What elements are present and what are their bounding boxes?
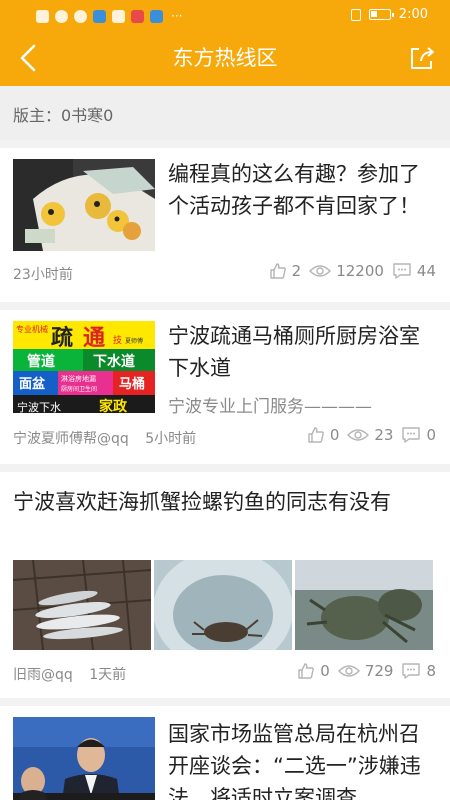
post-card[interactable]: 宁波喜欢赶海抓蟹捡螺钓鱼的同志有没有 旧雨@qq 1天前 0 729 8 <box>0 472 450 698</box>
post-time: 23小时前 <box>13 267 73 283</box>
share-button[interactable] <box>406 42 438 74</box>
post-image-gallery <box>13 560 433 650</box>
post-card[interactable]: 专业机械 疏 通 技 夏师傅 管道 下水道 面盆 淋浴房地漏 厨房间卫生间 马桶… <box>0 310 450 464</box>
post-thumbnail[interactable] <box>13 159 155 251</box>
post-thumbnail[interactable]: 专业机械 疏 通 技 夏师傅 管道 下水道 面盆 淋浴房地漏 厨房间卫生间 马桶… <box>13 321 155 413</box>
post-author[interactable]: 旧雨@qq <box>13 667 73 683</box>
wifi-icon <box>55 9 68 23</box>
moderator-label: 版主：0书寒0 <box>13 106 114 125</box>
notification-icon <box>36 9 49 23</box>
battery-icon <box>368 9 394 20</box>
thumb-text: 夏师傅 <box>125 337 143 345</box>
status-system-icons: 2:00 <box>350 7 428 22</box>
thumb-text: 下水道 <box>93 353 135 370</box>
post-meta: 宁波夏师傅帮@qq 5小时前 <box>13 428 196 448</box>
sim-icon <box>112 9 125 23</box>
view-eye-icon <box>337 663 360 679</box>
post-card[interactable]: 编程真的这么有趣？参加了个活动孩子都不肯回家了！ 23小时前 2 12200 4… <box>0 148 450 302</box>
thumb-text: 面盆 <box>19 376 46 392</box>
post-stats: 0 23 0 <box>299 426 436 444</box>
like-count: 2 <box>291 262 302 280</box>
thumb-text: 疏 <box>51 325 73 351</box>
post-stats: 2 12200 44 <box>261 262 436 280</box>
comment-count: 8 <box>426 662 436 680</box>
comment-icon[interactable] <box>401 662 421 680</box>
post-time: 5小时前 <box>145 431 197 447</box>
post-image <box>13 717 155 800</box>
view-count: 23 <box>374 426 394 444</box>
thumb-text: 技 <box>113 334 122 346</box>
thumb-text: 马桶 <box>119 376 145 392</box>
like-count: 0 <box>320 662 330 680</box>
status-bar: ··· 2:00 <box>0 0 450 32</box>
status-notification-icons: ··· <box>36 9 182 23</box>
app-icon <box>93 9 106 23</box>
view-count: 12200 <box>336 262 384 280</box>
view-eye-icon <box>347 427 370 443</box>
page-title: 东方热线区 <box>172 46 278 70</box>
post-thumbnail[interactable] <box>13 717 155 800</box>
thumb-text: 通 <box>83 326 105 351</box>
post-image[interactable] <box>295 560 433 650</box>
thumb-text: 淋浴房地漏 <box>61 374 96 383</box>
comment-count: 0 <box>426 426 436 444</box>
view-eye-icon <box>309 263 332 279</box>
post-title[interactable]: 宁波喜欢赶海抓蟹捡螺钓鱼的同志有没有 <box>13 486 438 518</box>
post-image[interactable] <box>154 560 292 650</box>
post-title[interactable]: 国家市场监管总局在杭州召开座谈会：“二选一”涉嫌违法，将适时立案调查 <box>168 718 438 800</box>
app-header: ··· 2:00 东方热线区 <box>0 0 450 86</box>
post-author[interactable]: 宁波夏师傅帮@qq <box>13 431 129 447</box>
post-subtitle: 宁波专业上门服务———— <box>168 397 372 417</box>
like-icon[interactable] <box>269 262 287 280</box>
thumb-text: 管道 <box>27 353 55 370</box>
message-icon <box>150 9 163 23</box>
post-meta: 旧雨@qq 1天前 <box>13 664 126 684</box>
post-image <box>13 159 155 251</box>
post-title[interactable]: 宁波疏通马桶厕所厨房浴室下水道 <box>168 320 438 384</box>
like-count: 0 <box>329 426 340 444</box>
moderator-bar: 版主：0书寒0 <box>0 86 450 140</box>
post-meta: 23小时前 <box>13 264 73 284</box>
back-button[interactable] <box>12 40 44 76</box>
post-time: 1天前 <box>89 667 127 683</box>
thumb-text: 宁波下水 <box>17 400 61 413</box>
back-arrow-icon <box>20 44 36 72</box>
like-icon[interactable] <box>297 662 315 680</box>
vibrate-icon <box>350 8 361 21</box>
thumb-text: 厨房间卫生间 <box>61 385 97 393</box>
thumb-text: 家政 <box>99 398 128 413</box>
comment-icon[interactable] <box>392 262 412 280</box>
comment-icon[interactable] <box>401 426 421 444</box>
like-icon[interactable] <box>307 426 325 444</box>
post-card[interactable]: 国家市场监管总局在杭州召开座谈会：“二选一”涉嫌违法，将适时立案调查 <box>0 706 450 800</box>
app-badge-icon <box>131 9 144 23</box>
post-image[interactable] <box>13 560 151 650</box>
weather-icon <box>74 9 87 23</box>
comment-count: 44 <box>416 262 436 280</box>
post-image: 专业机械 疏 通 技 夏师傅 管道 下水道 面盆 淋浴房地漏 厨房间卫生间 马桶… <box>13 321 155 413</box>
share-icon <box>411 47 434 69</box>
more-notifications: ··· <box>171 9 183 23</box>
clock: 2:00 <box>398 7 428 22</box>
post-stats: 0 729 8 <box>289 662 436 680</box>
post-title[interactable]: 编程真的这么有趣？参加了个活动孩子都不肯回家了！ <box>168 158 438 222</box>
thumb-text: 专业机械 <box>16 324 48 334</box>
view-count: 729 <box>364 662 394 680</box>
